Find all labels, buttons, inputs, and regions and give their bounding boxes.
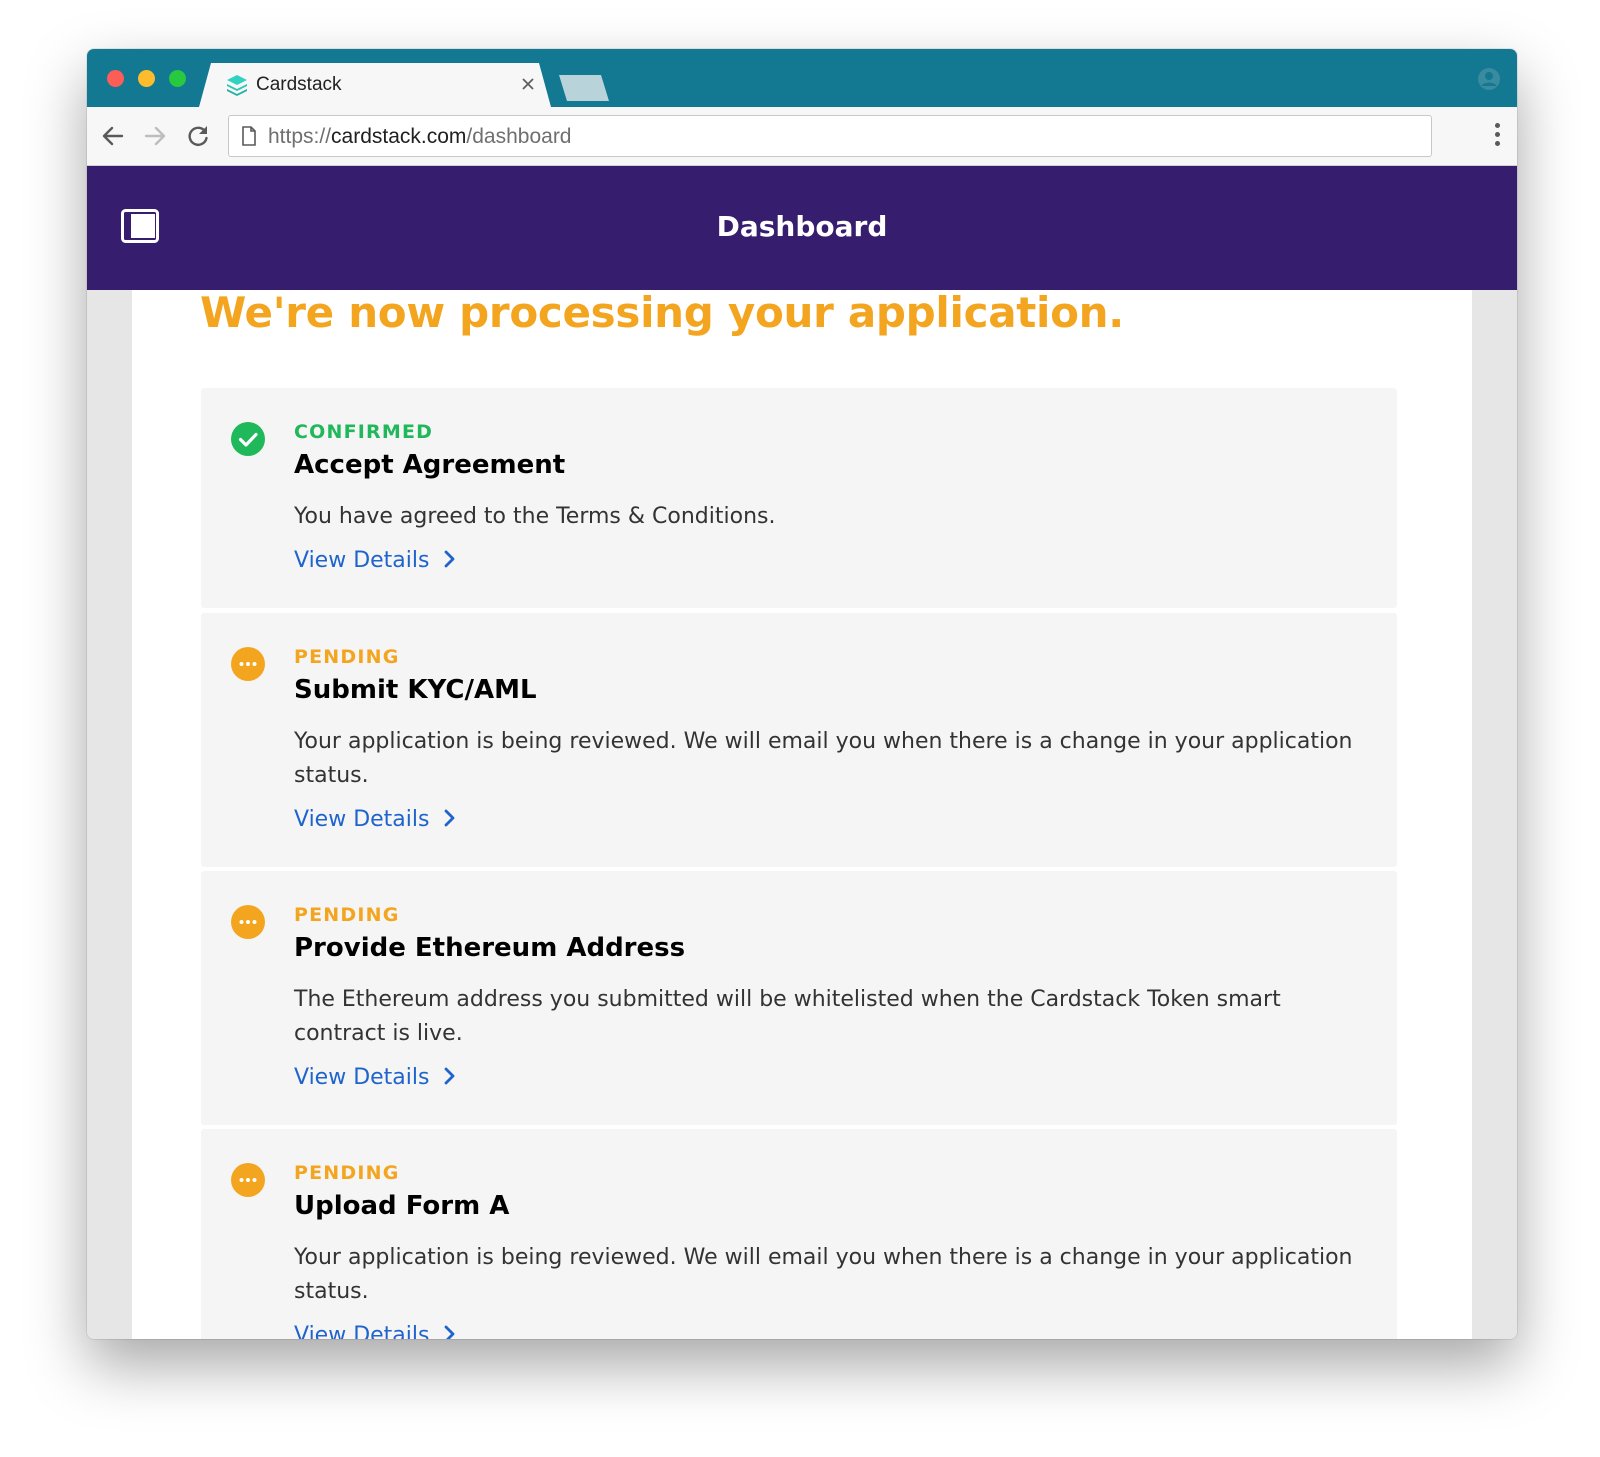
card-title: Submit KYC/AML — [294, 675, 537, 705]
browser-titlebar: Cardstack — [87, 49, 1517, 107]
card-title: Accept Agreement — [294, 450, 566, 480]
forward-arrow-icon[interactable] — [141, 122, 169, 150]
step-card-submit-kyc: PENDING Submit KYC/AML Your application … — [201, 613, 1397, 867]
pending-dots-icon — [231, 1163, 265, 1197]
cardstack-logo-icon — [227, 75, 247, 96]
url-path: /dashboard — [466, 125, 572, 148]
page-icon — [242, 126, 256, 146]
browser-window: Cardstack https://cardstack.com/dashboar… — [87, 49, 1517, 1339]
url-host: cardstack.com — [331, 125, 467, 148]
card-description: You have agreed to the Terms & Condition… — [294, 504, 776, 529]
pending-dots-icon — [231, 905, 265, 939]
back-arrow-icon[interactable] — [99, 122, 127, 150]
view-details-link[interactable]: View Details — [294, 548, 457, 573]
check-circle-icon — [231, 422, 265, 456]
header-title: Dashboard — [716, 210, 888, 243]
view-details-link[interactable]: View Details — [294, 807, 457, 832]
chevron-right-icon — [445, 550, 455, 568]
chevron-right-icon — [445, 809, 455, 827]
view-details-label: View Details — [294, 807, 430, 832]
view-details-link[interactable]: View Details — [294, 1065, 457, 1090]
view-details-link[interactable]: View Details — [294, 1323, 457, 1339]
chevron-right-icon — [445, 1325, 455, 1339]
page-viewport: Dashboard We're now processing your appl… — [87, 166, 1517, 1339]
pending-dots-icon — [231, 647, 265, 681]
maximize-window-button[interactable] — [169, 70, 186, 87]
tab-title: Cardstack — [256, 74, 342, 95]
step-card-upload-form-a: PENDING Upload Form A Your application i… — [201, 1129, 1397, 1339]
url-text: https://cardstack.com/dashboard — [268, 125, 572, 149]
step-card-accept-agreement: CONFIRMED Accept Agreement You have agre… — [201, 388, 1397, 608]
view-details-label: View Details — [294, 1323, 430, 1339]
app-header: Dashboard — [87, 166, 1517, 290]
url-scheme: https:// — [268, 125, 332, 148]
chevron-right-icon — [445, 1067, 455, 1085]
profile-icon[interactable] — [1477, 67, 1501, 91]
close-window-button[interactable] — [107, 70, 124, 87]
new-tab-button[interactable] — [559, 75, 609, 101]
reload-icon[interactable] — [184, 122, 212, 150]
browser-toolbar: https://cardstack.com/dashboard — [87, 107, 1517, 166]
status-badge: PENDING — [294, 904, 400, 926]
status-badge: PENDING — [294, 646, 400, 668]
main-content: We're now processing your application. C… — [132, 290, 1472, 1339]
minimize-window-button[interactable] — [138, 70, 155, 87]
card-description: Your application is being reviewed. We w… — [294, 729, 1353, 788]
status-badge: PENDING — [294, 1162, 400, 1184]
view-details-label: View Details — [294, 1065, 430, 1090]
card-description: Your application is being reviewed. We w… — [294, 1245, 1353, 1304]
view-details-label: View Details — [294, 548, 430, 573]
close-tab-icon[interactable] — [519, 75, 537, 93]
address-bar[interactable]: https://cardstack.com/dashboard — [228, 115, 1432, 157]
card-title: Upload Form A — [294, 1191, 510, 1221]
browser-tab-active[interactable]: Cardstack — [199, 63, 551, 107]
card-title: Provide Ethereum Address — [294, 933, 686, 963]
page-heading: We're now processing your application. — [200, 290, 1124, 337]
browser-menu-icon[interactable] — [1493, 123, 1501, 149]
card-description: The Ethereum address you submitted will … — [294, 987, 1281, 1046]
step-card-ethereum-address: PENDING Provide Ethereum Address The Eth… — [201, 871, 1397, 1125]
status-badge: CONFIRMED — [294, 421, 434, 443]
